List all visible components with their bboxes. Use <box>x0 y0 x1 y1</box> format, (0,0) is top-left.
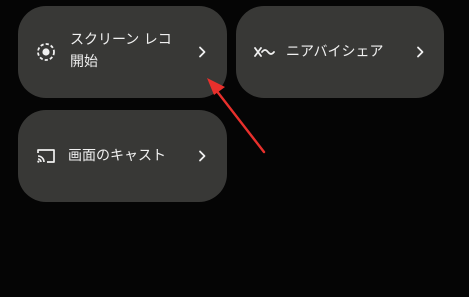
quick-settings-panel: スクリーン レコ 開始 ニアバイシェア 画面のキャスト <box>0 0 469 297</box>
cast-label: 画面のキャスト <box>68 148 166 164</box>
screen-record-icon <box>34 40 58 64</box>
nearby-share-label: ニアバイシェア <box>286 44 384 60</box>
screen-record-sublabel: 開始 <box>70 54 98 70</box>
nearby-share-icon <box>252 40 276 64</box>
screen-record-label: スクリーン レコ <box>70 32 172 48</box>
cast-icon <box>34 144 58 168</box>
screen-record-tile[interactable]: スクリーン レコ 開始 <box>18 6 227 98</box>
chevron-right-icon[interactable] <box>195 45 209 59</box>
cast-tile[interactable]: 画面のキャスト <box>18 110 227 202</box>
chevron-right-icon[interactable] <box>413 45 427 59</box>
chevron-right-icon[interactable] <box>195 149 209 163</box>
nearby-share-tile[interactable]: ニアバイシェア <box>236 6 444 98</box>
